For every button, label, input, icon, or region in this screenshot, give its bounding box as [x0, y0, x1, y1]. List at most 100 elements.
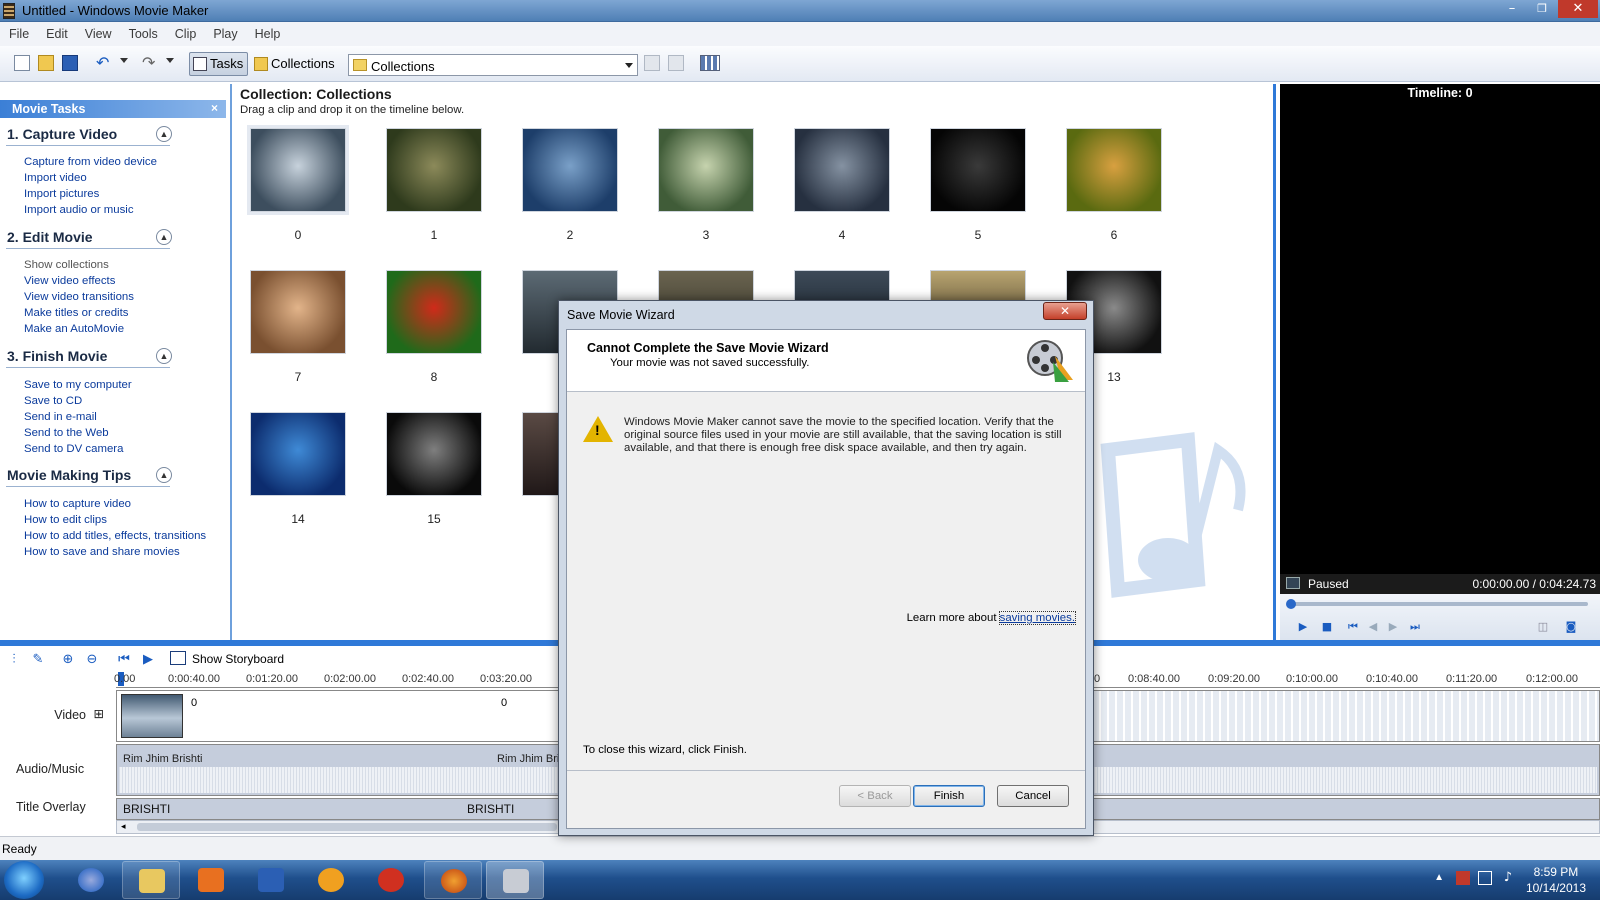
- next-frame-icon[interactable]: ⏭: [1408, 620, 1422, 634]
- taskbar-word[interactable]: [242, 861, 300, 899]
- task-link[interactable]: Show collections: [24, 259, 109, 271]
- clip-thumbnail[interactable]: [250, 412, 346, 496]
- task-link[interactable]: Send in e-mail: [24, 411, 97, 423]
- zoom-in-icon[interactable]: ⊕: [60, 652, 76, 668]
- section-finish-movie[interactable]: 3. Finish Movie ▲: [6, 344, 172, 368]
- undo-dropdown-icon[interactable]: [120, 58, 128, 63]
- split-clip-icon[interactable]: ◫: [1536, 620, 1550, 634]
- clip-thumbnail[interactable]: [250, 270, 346, 354]
- task-link[interactable]: View video transitions: [24, 291, 134, 303]
- collections-button[interactable]: Collections: [250, 52, 340, 76]
- section-capture-video[interactable]: 1. Capture Video ▲: [6, 122, 172, 146]
- undo-icon[interactable]: ↶: [96, 55, 112, 71]
- collapse-icon[interactable]: ▲: [156, 126, 172, 142]
- task-link[interactable]: Capture from video device: [24, 156, 157, 168]
- task-link[interactable]: View video effects: [24, 275, 115, 287]
- clip-thumbnail[interactable]: [522, 128, 618, 212]
- set-audio-levels-icon[interactable]: ⫶: [6, 652, 22, 668]
- redo-icon[interactable]: ↷: [142, 55, 158, 71]
- task-pane-close-icon[interactable]: ×: [211, 101, 218, 115]
- previous-frame-icon[interactable]: ⏮: [1346, 620, 1360, 634]
- clip-thumbnail[interactable]: [658, 128, 754, 212]
- scroll-left-icon[interactable]: ◂: [121, 821, 126, 832]
- task-link[interactable]: Send to the Web: [24, 427, 109, 439]
- expand-icon[interactable]: ⊞: [94, 706, 104, 721]
- clip-thumbnail[interactable]: [386, 128, 482, 212]
- clip-thumbnail[interactable]: [386, 412, 482, 496]
- cancel-button[interactable]: Cancel: [997, 785, 1069, 807]
- zoom-out-icon[interactable]: ⊖: [84, 652, 100, 668]
- task-link[interactable]: Import audio or music: [24, 204, 134, 216]
- task-link[interactable]: How to capture video: [24, 498, 131, 510]
- clip-thumbnail[interactable]: [930, 128, 1026, 212]
- save-project-icon[interactable]: [62, 55, 78, 71]
- clip-thumbnail[interactable]: [794, 128, 890, 212]
- new-folder-icon[interactable]: [668, 55, 684, 71]
- narrate-icon[interactable]: ✎: [30, 652, 46, 668]
- clip-thumbnail[interactable]: [1066, 128, 1162, 212]
- video-clip-thumbnail[interactable]: [121, 694, 183, 738]
- play-timeline-icon[interactable]: ▶: [140, 652, 156, 668]
- tasks-button[interactable]: Tasks: [189, 52, 249, 76]
- forward-icon[interactable]: ▶: [1386, 620, 1400, 634]
- network-icon[interactable]: [1478, 871, 1492, 885]
- task-link[interactable]: Save to my computer: [24, 379, 132, 391]
- taskbar-ie[interactable]: [62, 861, 120, 899]
- views-icon[interactable]: [700, 55, 720, 71]
- menu-help[interactable]: Help: [246, 22, 289, 41]
- section-edit-movie[interactable]: 2. Edit Movie ▲: [6, 225, 172, 249]
- clip-thumbnail[interactable]: [247, 125, 349, 215]
- menu-view[interactable]: View: [76, 22, 120, 41]
- take-picture-icon[interactable]: ◙: [1564, 620, 1578, 634]
- saving-movies-link[interactable]: saving movies.: [998, 611, 1077, 625]
- close-button[interactable]: ✕: [1558, 0, 1598, 18]
- rewind-timeline-icon[interactable]: ⏮: [116, 652, 132, 668]
- finish-button[interactable]: Finish: [913, 785, 985, 807]
- back-button[interactable]: < Back: [839, 785, 911, 807]
- task-link[interactable]: Make titles or credits: [24, 307, 128, 319]
- volume-icon[interactable]: ♪: [1504, 870, 1512, 885]
- start-button[interactable]: [4, 861, 44, 899]
- task-link[interactable]: Make an AutoMovie: [24, 323, 124, 335]
- show-storyboard-button[interactable]: Show Storyboard: [192, 652, 284, 666]
- menu-tools[interactable]: Tools: [120, 22, 166, 41]
- scroll-thumb[interactable]: [137, 823, 557, 831]
- play-icon[interactable]: ▶: [1296, 620, 1310, 634]
- menu-edit[interactable]: Edit: [37, 22, 76, 41]
- new-project-icon[interactable]: [14, 55, 30, 71]
- taskbar-app-red[interactable]: [362, 861, 420, 899]
- taskbar-explorer[interactable]: [122, 861, 180, 899]
- task-link[interactable]: Send to DV camera: [24, 443, 123, 455]
- seek-bar[interactable]: [1286, 599, 1588, 609]
- taskbar-media-player[interactable]: [182, 861, 240, 899]
- menu-clip[interactable]: Clip: [166, 22, 205, 41]
- clip-thumbnail[interactable]: [386, 270, 482, 354]
- taskbar-clock[interactable]: 8:59 PM 10/14/2013: [1526, 864, 1586, 896]
- redo-dropdown-icon[interactable]: [166, 58, 174, 63]
- task-link[interactable]: Import video: [24, 172, 87, 184]
- restore-button[interactable]: ❐: [1528, 0, 1556, 18]
- taskbar-firefox[interactable]: [424, 861, 482, 899]
- collapse-icon[interactable]: ▲: [156, 348, 172, 364]
- storyboard-icon[interactable]: [170, 651, 186, 665]
- action-center-icon[interactable]: [1456, 871, 1470, 885]
- dialog-close-button[interactable]: ✕: [1043, 302, 1087, 320]
- task-link[interactable]: Save to CD: [24, 395, 82, 407]
- collections-combo[interactable]: Collections: [348, 54, 638, 76]
- minimize-button[interactable]: –: [1498, 0, 1526, 18]
- task-link[interactable]: How to add titles, effects, transitions: [24, 530, 206, 542]
- stop-icon[interactable]: ■: [1320, 620, 1334, 634]
- task-link[interactable]: How to edit clips: [24, 514, 107, 526]
- section-movie-making-tips[interactable]: Movie Making Tips ▲: [6, 463, 172, 487]
- collapse-icon[interactable]: ▲: [156, 467, 172, 483]
- seek-thumb[interactable]: [1286, 599, 1296, 609]
- taskbar-movie-maker[interactable]: [486, 861, 544, 899]
- collapse-icon[interactable]: ▲: [156, 229, 172, 245]
- up-folder-icon[interactable]: [644, 55, 660, 71]
- show-hidden-icons-icon[interactable]: ▲: [1434, 872, 1444, 883]
- open-project-icon[interactable]: [38, 55, 54, 71]
- task-link[interactable]: Import pictures: [24, 188, 99, 200]
- menu-file[interactable]: File: [0, 22, 37, 41]
- task-link[interactable]: How to save and share movies: [24, 546, 180, 558]
- taskbar-app-orange[interactable]: [302, 861, 360, 899]
